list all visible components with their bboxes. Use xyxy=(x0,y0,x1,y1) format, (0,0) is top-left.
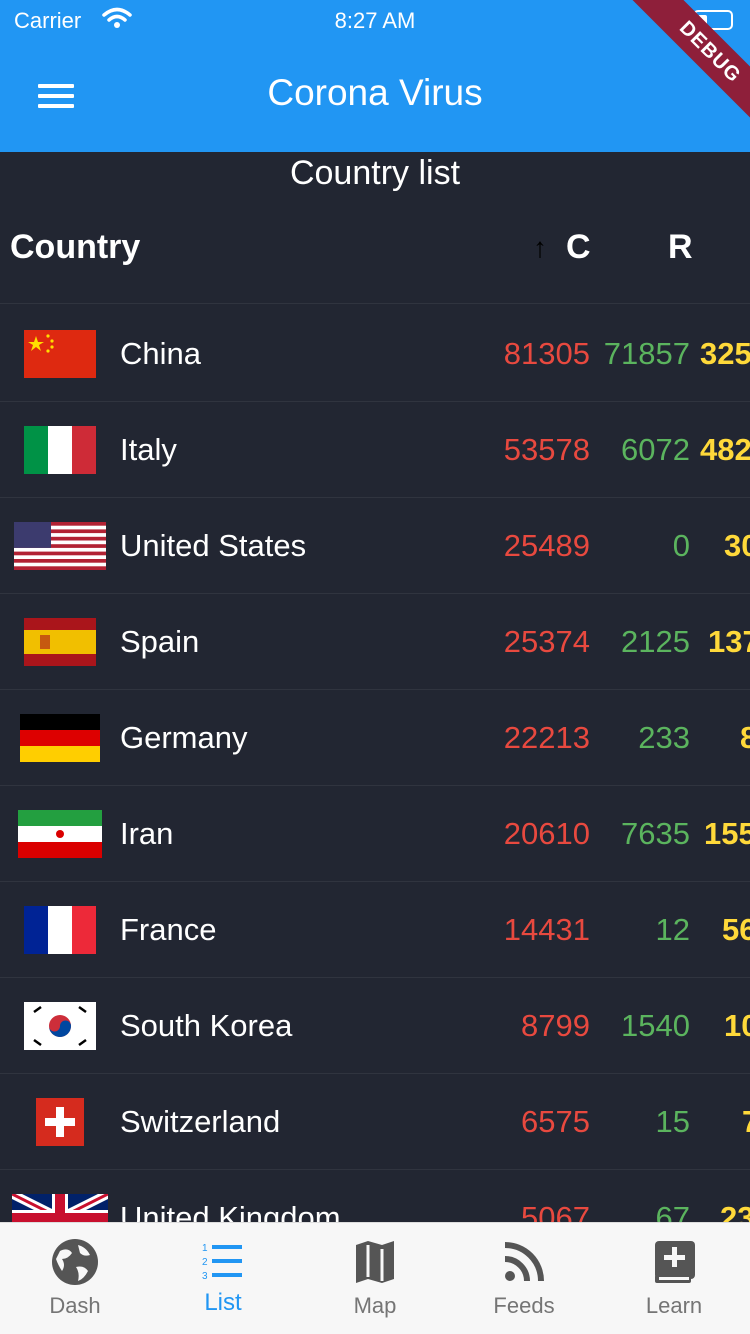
confirmed-count: 20610 xyxy=(503,816,590,851)
united-states-flag-icon xyxy=(14,522,106,575)
deaths-count: 325 xyxy=(700,336,750,371)
nav-dash-label: Dash xyxy=(49,1293,101,1318)
recovered-count: 0 xyxy=(672,528,690,563)
deaths-count: 155 xyxy=(704,816,750,851)
country-name: France xyxy=(120,912,217,947)
confirmed-count: 14431 xyxy=(503,912,590,947)
confirmed-count: 22213 xyxy=(503,720,590,755)
nav-list[interactable]: 1 2 3 List xyxy=(148,1223,298,1334)
recovered-count: 71857 xyxy=(603,336,690,371)
confirmed-count: 53578 xyxy=(503,432,590,467)
iran-flag-icon xyxy=(18,810,102,863)
nav-list-label: List xyxy=(204,1289,242,1316)
nav-feeds[interactable]: Feeds xyxy=(449,1223,599,1334)
table-row[interactable]: Germany 22213 233 8 xyxy=(0,690,750,786)
confirmed-count: 25374 xyxy=(503,624,590,659)
clock: 8:27 AM xyxy=(334,8,416,33)
country-name: Spain xyxy=(120,624,200,659)
table-row[interactable]: France 14431 12 56 xyxy=(0,882,750,978)
recovered-count: 6072 xyxy=(621,432,690,467)
table-row[interactable]: United Kingdom 5067 67 23 xyxy=(0,1170,750,1222)
status-bar: Carrier 8:27 AM xyxy=(0,0,750,40)
recovered-count: 7635 xyxy=(621,816,690,851)
recovered-count: 67 xyxy=(655,1200,690,1222)
table-row[interactable]: United States 25489 0 30 xyxy=(0,498,750,594)
table-row[interactable]: Switzerland 6575 15 7 xyxy=(0,1074,750,1170)
table-row[interactable]: Spain 25374 2125 137 xyxy=(0,594,750,690)
country-name: China xyxy=(120,336,201,371)
map-icon xyxy=(350,1237,400,1287)
recovered-count: 233 xyxy=(638,720,690,755)
deaths-count: 56 xyxy=(722,912,750,947)
deaths-count: 482 xyxy=(700,432,750,467)
nav-map-label: Map xyxy=(353,1293,397,1318)
south-korea-flag-icon xyxy=(24,1002,96,1055)
united-kingdom-flag-icon xyxy=(9,1189,111,1222)
deaths-count: 30 xyxy=(724,528,750,563)
italy-flag-icon xyxy=(24,426,96,479)
nav-map[interactable]: Map xyxy=(300,1223,450,1334)
confirmed-count: 25489 xyxy=(503,528,590,563)
recovered-count: 2125 xyxy=(621,624,690,659)
app-title: Corona Virus xyxy=(267,72,483,113)
app-bar: Carrier 8:27 AM Corona Virus DEBUG xyxy=(0,0,750,152)
nav-learn-label: Learn xyxy=(645,1293,703,1318)
spain-flag-icon xyxy=(24,618,96,671)
globe-icon xyxy=(50,1237,100,1287)
country-list[interactable]: China 81305 71857 325 Italy 53578 6072 4… xyxy=(0,306,750,1222)
book-plus-icon xyxy=(649,1237,699,1287)
page-title: Country list xyxy=(289,154,461,192)
confirmed-column-header[interactable]: C xyxy=(566,228,591,267)
country-column-header[interactable]: Country xyxy=(10,228,140,267)
confirmed-count: 5067 xyxy=(521,1200,590,1222)
nav-learn[interactable]: Learn xyxy=(599,1223,749,1334)
deaths-count: 8 xyxy=(740,720,750,755)
country-name: Germany xyxy=(120,720,248,755)
country-name: Italy xyxy=(120,432,177,467)
deaths-count: 10 xyxy=(724,1008,750,1043)
svg-text:2: 2 xyxy=(202,1257,208,1268)
nav-feeds-label: Feeds xyxy=(493,1293,555,1318)
confirmed-count: 8799 xyxy=(521,1008,590,1043)
table-row[interactable]: Iran 20610 7635 155 xyxy=(0,786,750,882)
table-header: Country ↑ C R xyxy=(0,210,750,304)
svg-text:3: 3 xyxy=(202,1271,208,1282)
recovered-count: 12 xyxy=(655,912,690,947)
country-name: Switzerland xyxy=(120,1104,281,1139)
deaths-count: 7 xyxy=(742,1104,750,1140)
country-name: Iran xyxy=(120,816,174,851)
france-flag-icon xyxy=(24,906,96,959)
recovered-count: 1540 xyxy=(621,1008,690,1043)
germany-flag-icon xyxy=(20,714,100,767)
deaths-count: 23 xyxy=(720,1200,750,1222)
table-row[interactable]: China 81305 71857 325 xyxy=(0,306,750,402)
rss-feed-icon xyxy=(499,1237,549,1287)
table-row[interactable]: South Korea 8799 1540 10 xyxy=(0,978,750,1074)
country-name: United Kingdom xyxy=(120,1200,341,1222)
numbered-list-icon: 1 2 3 xyxy=(198,1237,248,1287)
table-row[interactable]: Italy 53578 6072 482 xyxy=(0,402,750,498)
country-name: South Korea xyxy=(120,1008,293,1043)
recovered-column-header[interactable]: R xyxy=(668,228,693,267)
confirmed-count: 81305 xyxy=(503,336,590,371)
recovered-count: 15 xyxy=(655,1104,690,1139)
nav-dash[interactable]: Dash xyxy=(0,1223,150,1334)
deaths-count: 137 xyxy=(708,624,750,659)
svg-text:1: 1 xyxy=(202,1243,208,1254)
switzerland-flag-icon xyxy=(36,1098,84,1151)
bottom-navigation: Dash 1 2 3 List Map Feeds Learn xyxy=(0,1222,750,1334)
country-name: United States xyxy=(120,528,307,563)
china-flag-icon xyxy=(24,330,96,383)
confirmed-count: 6575 xyxy=(521,1104,590,1139)
sort-ascending-icon[interactable]: ↑ xyxy=(533,232,547,264)
